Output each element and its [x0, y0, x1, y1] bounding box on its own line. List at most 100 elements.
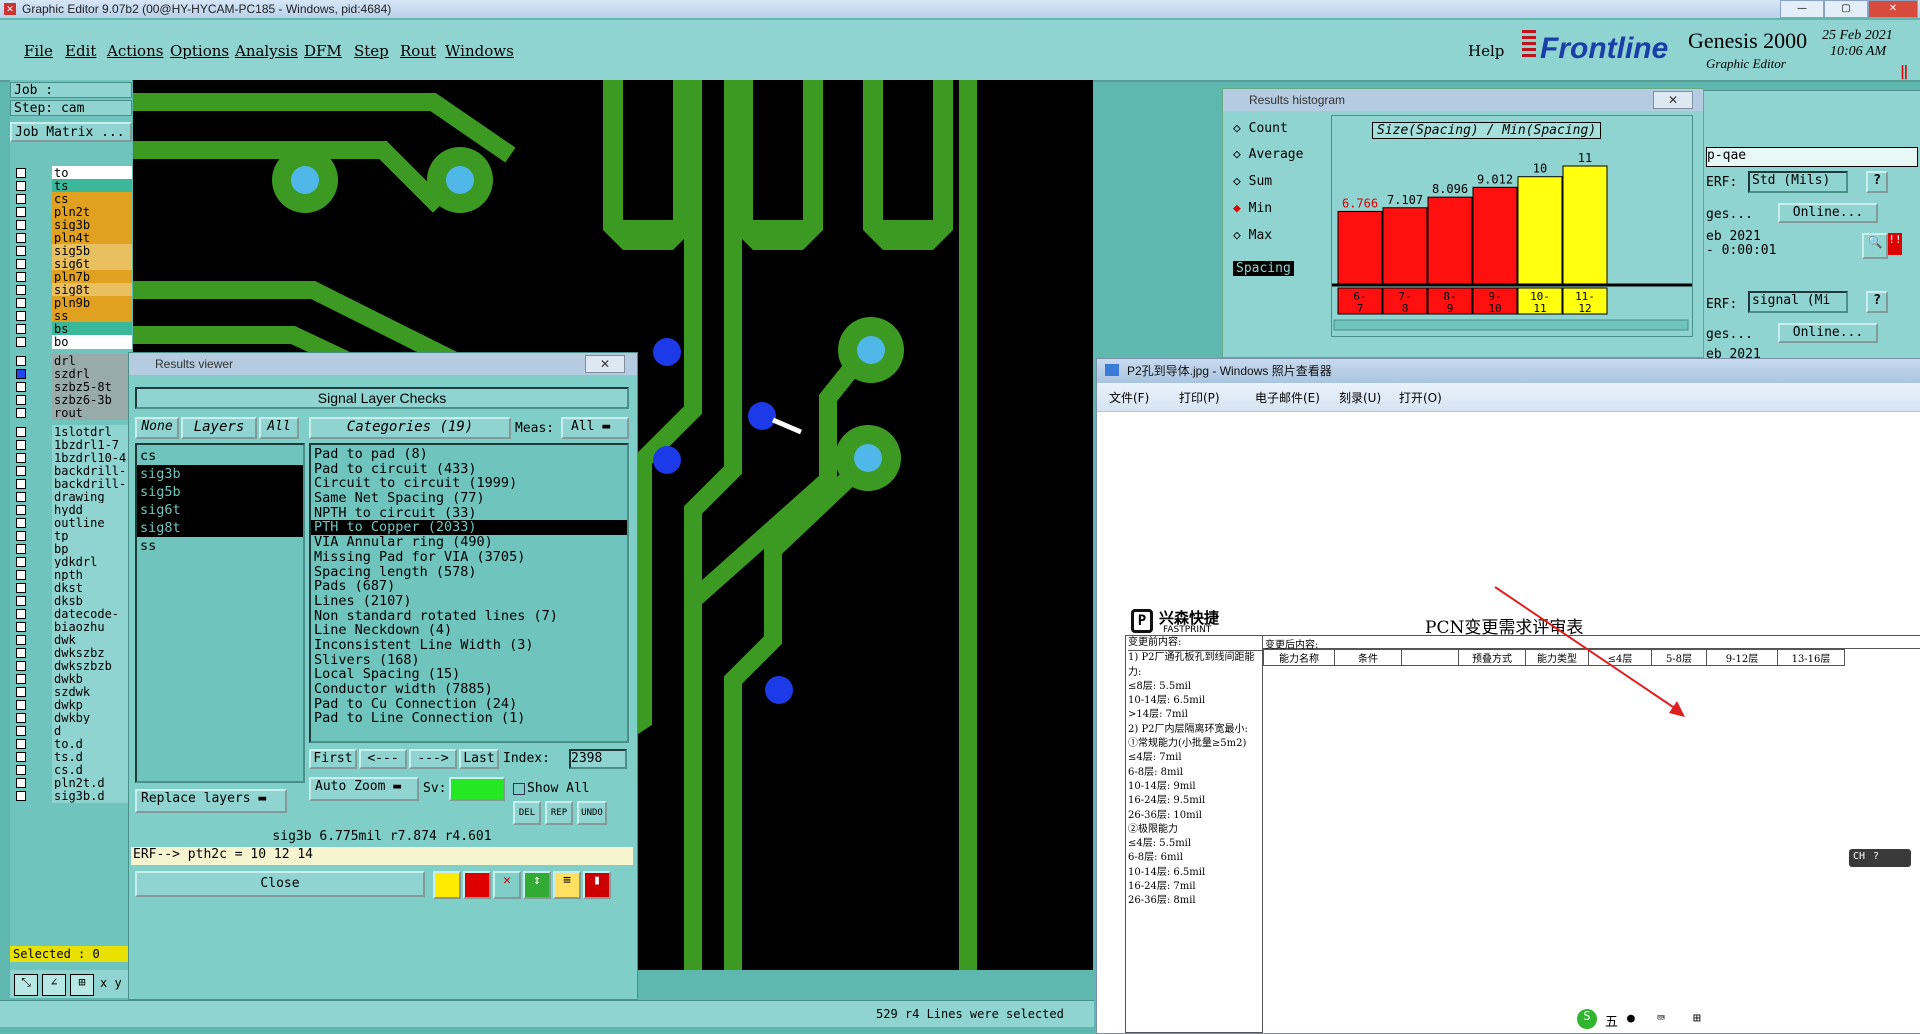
- layer-checkbox[interactable]: [16, 791, 26, 801]
- layer-checkbox[interactable]: [16, 337, 26, 347]
- category-item[interactable]: Pad to pad (8): [311, 447, 627, 462]
- option-min[interactable]: ◆ Min: [1233, 201, 1272, 216]
- menu-analysis[interactable]: Analysis: [235, 42, 298, 60]
- layer-checkbox[interactable]: [16, 233, 26, 243]
- menu-help[interactable]: Help: [1468, 42, 1504, 60]
- menu-windows[interactable]: Windows: [445, 42, 514, 60]
- layer-checkbox[interactable]: [16, 285, 26, 295]
- sv-color-select[interactable]: [449, 777, 505, 801]
- layer-name[interactable]: sig3b.d: [52, 789, 132, 803]
- layer-result-item[interactable]: cs: [137, 447, 303, 465]
- option-max[interactable]: ◇ Max: [1233, 228, 1272, 243]
- layer-result-item[interactable]: ss: [137, 537, 303, 555]
- layer-name[interactable]: pln9b: [52, 296, 132, 310]
- photo-menu-open[interactable]: 打开(O): [1399, 389, 1442, 406]
- categories-list[interactable]: Pad to pad (8) Pad to circuit (433) Circui…: [309, 443, 629, 743]
- stop-icon[interactable]: [463, 871, 491, 899]
- category-item[interactable]: Pad to circuit (433): [311, 461, 627, 477]
- layers-button[interactable]: Layers: [181, 417, 257, 439]
- layer-name[interactable]: bp: [52, 542, 132, 556]
- layer-checkbox[interactable]: [16, 518, 26, 528]
- layer-checkbox[interactable]: [16, 557, 26, 567]
- layer-checkbox[interactable]: [16, 298, 26, 308]
- layer-checkbox[interactable]: [16, 220, 26, 230]
- layer-name[interactable]: backdrill-1: [52, 464, 132, 493]
- layer-checkbox[interactable]: [16, 382, 26, 392]
- layer-name[interactable]: hydd: [52, 503, 132, 517]
- ime-help-icon[interactable]: ?: [1873, 851, 1879, 862]
- option-sum[interactable]: ◇ Sum: [1233, 174, 1272, 189]
- layer-checkbox[interactable]: [16, 687, 26, 697]
- layer-row[interactable]: rout: [14, 406, 132, 421]
- category-item[interactable]: Inconsistent Line Width (3): [311, 638, 627, 653]
- first-button[interactable]: First: [309, 749, 357, 769]
- layer-name[interactable]: szbz6-3b: [52, 393, 132, 407]
- layer-row[interactable]: sig3b.d: [14, 789, 132, 804]
- punct-icon[interactable]: ●: [1627, 1011, 1635, 1026]
- layer-name[interactable]: szdrl: [52, 367, 132, 381]
- layer-checkbox[interactable]: [16, 408, 26, 418]
- online-button-1[interactable]: Online...: [1778, 203, 1878, 223]
- layer-checkbox[interactable]: [16, 181, 26, 191]
- layer-name[interactable]: cs: [52, 192, 132, 206]
- layer-name[interactable]: drl: [52, 354, 132, 368]
- layer-checkbox[interactable]: [16, 324, 26, 334]
- layer-checkbox[interactable]: [16, 427, 26, 437]
- layer-name[interactable]: 1bzdrl1-7: [52, 438, 132, 452]
- category-item[interactable]: Local Spacing (15): [311, 667, 627, 682]
- histogram-icon[interactable]: ▮: [583, 871, 611, 899]
- layer-name[interactable]: npth: [52, 568, 132, 582]
- replace-layers-button[interactable]: Replace layers ▬: [135, 789, 287, 813]
- online-button-2[interactable]: Online...: [1778, 323, 1878, 343]
- zoom-icon[interactable]: 🔍: [1862, 233, 1888, 259]
- layer-result-item[interactable]: sig8t: [137, 519, 303, 537]
- layer-name[interactable]: to.d: [52, 737, 132, 751]
- layer-checkbox[interactable]: [16, 700, 26, 710]
- meas-select[interactable]: All ▬: [561, 417, 629, 439]
- erf2-select[interactable]: signal (Mi: [1748, 291, 1848, 313]
- last-button[interactable]: Last: [459, 749, 499, 769]
- layer-checkbox[interactable]: [16, 635, 26, 645]
- next-button[interactable]: --->: [409, 749, 457, 769]
- layer-name[interactable]: dwkszbz: [52, 646, 132, 660]
- category-item[interactable]: Circuit to circuit (1999): [311, 476, 627, 491]
- layer-checkbox[interactable]: [16, 492, 26, 502]
- option-count[interactable]: ◇ Count: [1233, 121, 1288, 136]
- layer-name[interactable]: ydkdrl: [52, 555, 132, 569]
- sort-icon[interactable]: ↕: [523, 871, 551, 899]
- layer-name[interactable]: dkst: [52, 581, 132, 595]
- layer-checkbox[interactable]: [16, 570, 26, 580]
- layer-name[interactable]: pln2t: [52, 205, 132, 219]
- layer-name[interactable]: bs: [52, 322, 132, 336]
- photo-menu-email[interactable]: 电子邮件(E): [1255, 389, 1320, 406]
- layer-name[interactable]: 1bzdrl10-4: [52, 451, 132, 465]
- help-button-2[interactable]: ?: [1866, 291, 1888, 313]
- layer-checkbox[interactable]: [16, 648, 26, 658]
- layer-name[interactable]: backdrill-1: [52, 477, 132, 506]
- layer-name[interactable]: outline: [52, 516, 132, 530]
- layer-name[interactable]: rout: [52, 406, 132, 420]
- layer-name[interactable]: sig3b: [52, 218, 132, 232]
- layer-checkbox[interactable]: [16, 583, 26, 593]
- layer-name[interactable]: datecode-pb: [52, 607, 132, 636]
- keyboard-icon[interactable]: ⌨: [1657, 1011, 1665, 1026]
- layer-name[interactable]: sig5b: [52, 244, 132, 258]
- layer-checkbox[interactable]: [16, 356, 26, 366]
- all-layers-button[interactable]: All: [259, 417, 299, 439]
- layer-checkbox[interactable]: [16, 168, 26, 178]
- layer-name[interactable]: ts.d: [52, 750, 132, 764]
- category-item[interactable]: Missing Pad for VIA (3705): [311, 550, 627, 565]
- menu-actions[interactable]: Actions: [107, 42, 163, 60]
- categories-button[interactable]: Categories (19): [309, 417, 511, 439]
- category-item[interactable]: Line Neckdown (4): [311, 623, 627, 638]
- layer-name[interactable]: dwkszbzb: [52, 659, 132, 673]
- none-button[interactable]: None: [135, 417, 179, 439]
- layer-checkbox[interactable]: [16, 752, 26, 762]
- layer-checkbox[interactable]: [16, 531, 26, 541]
- layer-name[interactable]: sig8t: [52, 283, 132, 297]
- layer-name[interactable]: pln2t.d: [52, 776, 132, 790]
- histogram-bar[interactable]: [1427, 196, 1473, 285]
- auto-zoom-select[interactable]: Auto Zoom ▬: [309, 777, 419, 801]
- layer-name[interactable]: cs.d: [52, 763, 132, 777]
- category-item[interactable]: Pad to Line Connection (1): [311, 711, 627, 726]
